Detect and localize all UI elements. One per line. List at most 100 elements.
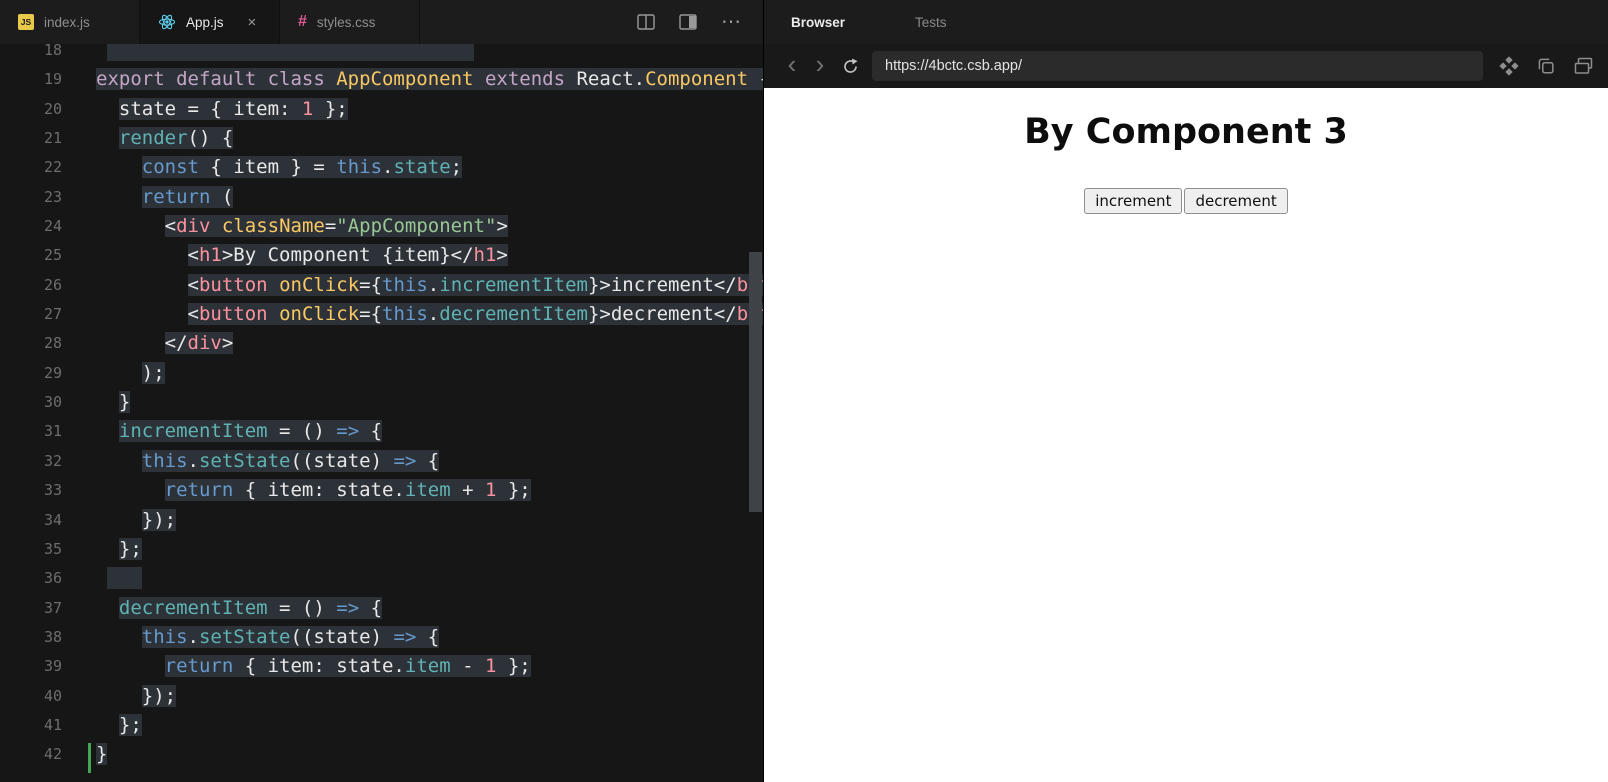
code-line-content[interactable]: this.setState((state) => { [62,447,440,476]
forward-icon[interactable]: › [806,51,834,81]
code-token: incrementItem [439,273,588,296]
code-line-content[interactable]: const { item } = this.state; [62,153,463,182]
code-line-content[interactable]: } [62,388,131,417]
code-line-content[interactable]: <button onClick={this.decrementItem}>dec… [62,300,763,329]
line-number[interactable]: 35 [0,535,62,564]
line-number[interactable]: 39 [0,652,62,681]
code-line-content[interactable]: } [62,740,108,769]
code-token: }>increment</ [587,273,737,296]
code-line: 27 <button onClick={this.decrementItem}>… [0,300,763,329]
line-number[interactable]: 25 [0,241,62,270]
tab-browser[interactable]: Browser [791,15,845,30]
open-new-window-icon[interactable] [1573,56,1594,76]
code-line-content[interactable] [62,44,474,65]
code-line-content[interactable]: render() { [62,124,234,153]
tab-app-js[interactable]: App.js × [140,0,280,44]
url-input[interactable] [872,51,1483,81]
code-token: return [164,655,234,678]
selection-highlight: return ( [141,185,234,208]
code-token: => [336,420,360,443]
code-line-content[interactable]: <div className="AppComponent"> [62,212,508,241]
code-line: 35 }; [0,535,763,564]
back-icon[interactable]: ‹ [778,51,806,81]
code-line-content[interactable] [62,564,142,593]
code-token: = () [267,420,337,443]
line-number[interactable]: 20 [0,95,62,124]
refresh-icon[interactable] [834,57,866,76]
decrement-button[interactable]: decrement [1184,188,1288,214]
code-line-content[interactable]: }); [62,506,177,535]
line-number[interactable]: 38 [0,623,62,652]
code-line-content[interactable]: export default class AppComponent extend… [62,65,763,94]
code-line-content[interactable]: </div> [62,329,234,358]
line-number[interactable]: 21 [0,124,62,153]
more-actions-icon[interactable]: ⋯ [721,12,741,32]
code-token: => [336,596,360,619]
code-line-content[interactable]: }; [62,535,142,564]
preview-options-icon[interactable] [1499,56,1519,76]
code-line-content[interactable]: this.setState((state) => { [62,623,440,652]
code-line-content[interactable]: decrementItem = () => { [62,594,383,623]
line-number[interactable]: 34 [0,506,62,535]
code-token: </ [164,332,188,355]
preview-heading: By Component 3 [1024,112,1348,152]
increment-button[interactable]: increment [1084,188,1183,214]
copy-icon[interactable] [1536,56,1556,76]
code-token: + [450,479,485,502]
code-line-content[interactable]: return { item: state.item - 1 }; [62,652,531,681]
code-line-content[interactable]: return { item: state.item + 1 }; [62,476,531,505]
code-line-content[interactable]: }; [62,711,142,740]
code-line: 25 <h1>By Component {item}</h1> [0,241,763,270]
open-preview-pane-icon[interactable] [679,14,697,30]
line-number[interactable]: 26 [0,271,62,300]
code-line-content[interactable]: <button onClick={this.incrementItem}>inc… [62,271,763,300]
code-line: 42} [0,740,763,773]
code-token: }; [313,97,348,120]
line-number[interactable]: 31 [0,417,62,446]
preview-tab-bar: Browser Tests [764,0,1608,44]
line-number[interactable]: 22 [0,153,62,182]
code-line-content[interactable]: state = { item: 1 }; [62,95,348,124]
line-number[interactable]: 40 [0,682,62,711]
line-number[interactable]: 37 [0,594,62,623]
tab-tests[interactable]: Tests [915,15,947,30]
selection-highlight: }); [141,684,177,707]
close-tab-icon[interactable]: × [248,15,257,30]
line-number[interactable]: 23 [0,183,62,212]
line-number[interactable]: 18 [0,44,62,65]
code-line: 41 }; [0,711,763,740]
code-token: }; [118,537,142,560]
code-line: 34 }); [0,506,763,535]
code-line-content[interactable]: return ( [62,183,234,212]
line-number[interactable]: 24 [0,212,62,241]
code-line-content[interactable]: }); [62,682,177,711]
code-token: Component [645,68,749,91]
line-number[interactable]: 19 [0,65,62,94]
code-line: 32 this.setState((state) => { [0,447,763,476]
css-file-icon: # [298,13,307,30]
code-line: 24 <div className="AppComponent"> [0,212,763,241]
code-line-content[interactable]: incrementItem = () => { [62,417,383,446]
code-token: { [748,68,763,90]
line-number[interactable]: 42 [0,740,62,769]
code-token: AppComponent [336,68,474,91]
line-number[interactable]: 27 [0,300,62,329]
code-token: }; [496,655,531,678]
code-line: 21 render() { [0,124,763,153]
code-line-content[interactable]: ); [62,359,165,388]
split-editor-icon[interactable] [637,14,655,30]
code-line: 30 } [0,388,763,417]
line-number[interactable]: 32 [0,447,62,476]
tab-styles-css[interactable]: # styles.css [280,0,420,44]
code-token: return [141,185,211,208]
line-number[interactable]: 28 [0,329,62,358]
line-number[interactable]: 36 [0,564,62,593]
line-number[interactable]: 30 [0,388,62,417]
line-number[interactable]: 29 [0,359,62,388]
line-number[interactable]: 41 [0,711,62,740]
tab-index-js[interactable]: JS index.js [0,0,140,44]
line-number[interactable]: 33 [0,476,62,505]
code-line-content[interactable]: <h1>By Component {item}</h1> [62,241,508,270]
editor-scrollbar-thumb[interactable] [749,252,762,512]
